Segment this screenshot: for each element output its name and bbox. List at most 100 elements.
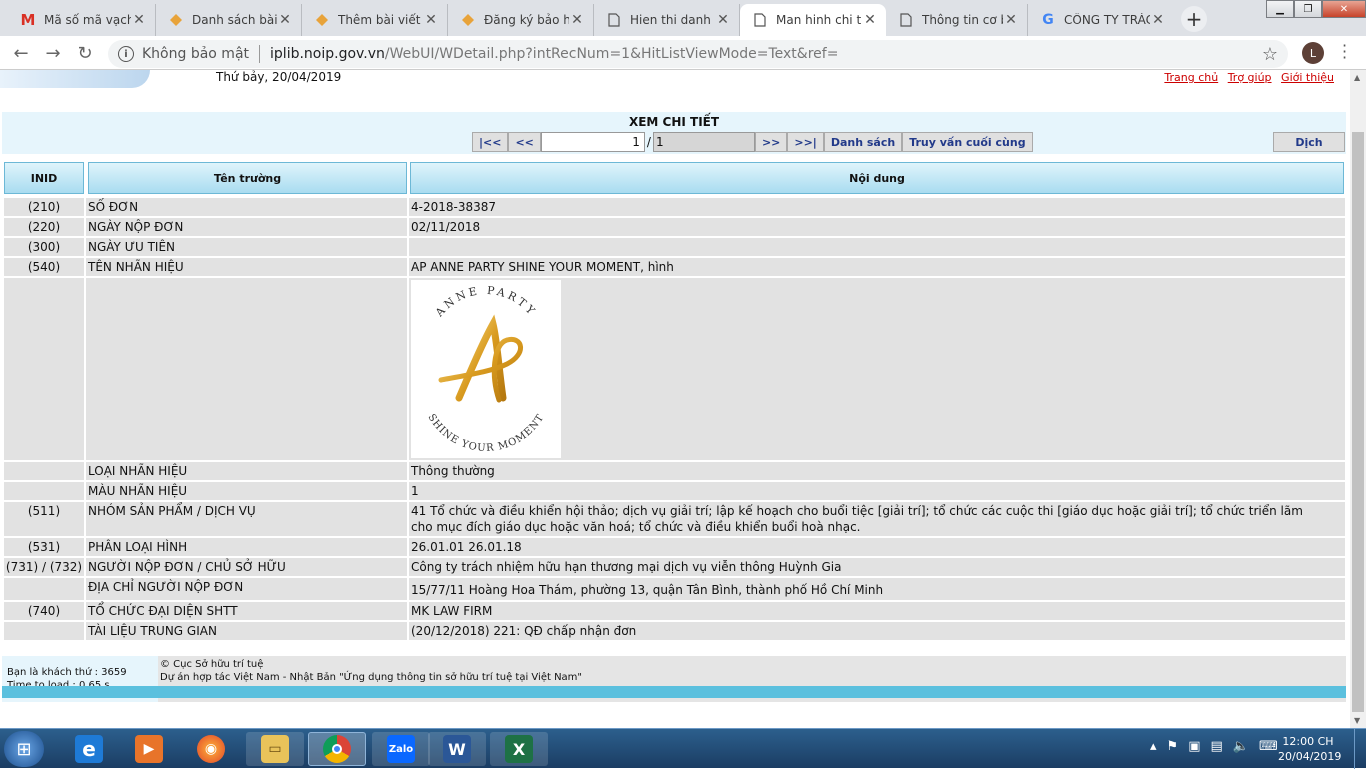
show-desktop-button[interactable]	[1354, 729, 1366, 769]
page-icon	[752, 12, 768, 28]
system-clock[interactable]: 12:00 CH 20/04/2019	[1278, 734, 1341, 764]
close-tab-icon[interactable]: ✕	[715, 12, 731, 28]
scroll-down-icon[interactable]: ▼	[1354, 716, 1360, 725]
firefox-icon[interactable]: ◉	[182, 732, 240, 766]
tab-cong-ty[interactable]: G CÔNG TY TRÁC ✕	[1028, 4, 1174, 36]
last-query-button[interactable]: Truy vấn cuối cùng	[902, 132, 1033, 152]
system-tray: ▴ ⚑ ▣ ▤ 🔈 ⌨	[1150, 739, 1278, 754]
tab-thong-tin[interactable]: Thông tin cơ bả ✕	[886, 4, 1028, 36]
tab-title: Mã số mã vạch	[44, 13, 131, 27]
record-number-input[interactable]: 1	[540, 132, 645, 152]
flag-icon[interactable]: ⚑	[1167, 739, 1179, 754]
network-icon[interactable]: ▤	[1210, 739, 1222, 754]
cell-value: 41 Tổ chức và điều khiển hội thảo; dịch …	[409, 502, 1345, 536]
scroll-up-icon[interactable]: ▲	[1354, 73, 1360, 82]
footer-accent-bar	[2, 686, 1346, 698]
next-record-button[interactable]: >>	[754, 132, 788, 152]
list-button[interactable]: Danh sách	[823, 132, 903, 152]
zalo-label: Zalo	[387, 735, 415, 763]
tab-them-bai-viet[interactable]: Thêm bài viết - ✕	[302, 4, 448, 36]
tab-title: Thêm bài viết -	[338, 13, 423, 27]
cell-inid	[4, 482, 84, 500]
link-help[interactable]: Trợ giúp	[1228, 71, 1272, 84]
cell-inid: (220)	[4, 218, 84, 236]
divider	[259, 45, 261, 63]
cell-value: 26.01.01 26.01.18	[409, 538, 1345, 556]
internet-explorer-icon[interactable]: e	[60, 732, 118, 766]
minimize-button[interactable]: ▁	[1266, 0, 1294, 18]
cell-inid: (511)	[4, 502, 84, 536]
header-content: Nội dung	[410, 162, 1344, 194]
file-explorer-icon[interactable]: ▭	[246, 732, 304, 766]
menu-icon[interactable]: · · ·	[1342, 38, 1347, 66]
tab-title: CÔNG TY TRÁC	[1064, 13, 1150, 27]
info-icon[interactable]: i	[118, 46, 134, 62]
cell-value: Công ty trách nhiệm hữu hạn thương mại d…	[409, 558, 1345, 576]
table-row: (740) TỔ CHỨC ĐẠI DIỆN SHTT MK LAW FIRM	[4, 602, 1346, 620]
last-record-button[interactable]: >>|	[787, 132, 824, 152]
google-icon: G	[1042, 12, 1054, 28]
cell-inid: (540)	[4, 258, 84, 276]
trademark-logo[interactable]: ANNE PARTY SHINE YOUR MOMENT	[411, 280, 561, 458]
tab-gmail[interactable]: M Mã số mã vạch ✕	[8, 4, 156, 36]
new-tab-button[interactable]: +	[1181, 6, 1207, 32]
tab-title: Man hinh chi ti	[776, 13, 862, 27]
close-tab-icon[interactable]: ✕	[1150, 12, 1166, 28]
close-tab-icon[interactable]: ✕	[131, 12, 147, 28]
link-about[interactable]: Giới thiệu	[1281, 71, 1334, 84]
close-tab-icon[interactable]: ✕	[277, 12, 293, 28]
close-tab-icon[interactable]: ✕	[423, 12, 439, 28]
cell-field: SỐ ĐƠN	[86, 198, 407, 216]
prev-record-button[interactable]: <<	[508, 132, 541, 152]
cell-value: 02/11/2018	[409, 218, 1345, 236]
address-bar[interactable]: i Không bảo mật iplib.noip.gov.vn/WebUI/…	[108, 40, 1288, 68]
word-icon[interactable]: W	[428, 732, 486, 766]
link-home[interactable]: Trang chủ	[1164, 71, 1218, 84]
translate-button[interactable]: Dịch	[1273, 132, 1345, 152]
project-note: Dự án hợp tác Việt Nam - Nhật Bản "Ứng d…	[160, 672, 583, 683]
url-path: /WebUI/WDetail.php?intRecNum=1&HitListVi…	[384, 46, 839, 62]
table-row: ĐỊA CHỈ NGƯỜI NỘP ĐƠN 15/77/11 Hoàng Hoa…	[4, 578, 1346, 600]
close-tab-icon[interactable]: ✕	[569, 12, 585, 28]
logo-bottom-text: SHINE YOUR MOMENT	[425, 412, 545, 454]
first-record-button[interactable]: |<<	[472, 132, 509, 152]
volume-icon[interactable]: 🔈	[1233, 739, 1249, 754]
cell-inid: (531)	[4, 538, 84, 556]
tab-dang-ky[interactable]: Đăng ký bảo hộ ✕	[448, 4, 594, 36]
total-records: 1	[652, 132, 755, 152]
start-button[interactable]: ⊞	[4, 731, 44, 767]
keyboard-icon[interactable]: ⌨	[1259, 739, 1278, 754]
tab-hien-thi[interactable]: Hien thi danh s ✕	[594, 4, 740, 36]
forward-icon[interactable]: →	[42, 42, 64, 64]
page-icon	[898, 12, 914, 28]
media-player-icon[interactable]: ▶	[120, 732, 178, 766]
chrome-icon[interactable]	[308, 732, 366, 766]
device-icon[interactable]: ▣	[1188, 739, 1200, 754]
logo-top-text: ANNE PARTY	[432, 284, 536, 320]
back-icon[interactable]: ←	[10, 42, 32, 64]
tab-man-hinh-chi-tiet[interactable]: Man hinh chi ti ✕	[740, 4, 886, 36]
clock-time: 12:00 CH	[1282, 735, 1334, 748]
bookmark-star-icon[interactable]: ☆	[1262, 44, 1278, 65]
tray-expand-icon[interactable]: ▴	[1150, 739, 1157, 754]
cell-field: NGÀY NỘP ĐƠN	[86, 218, 407, 236]
cell-field: LOẠI NHÃN HIỆU	[86, 462, 407, 480]
close-window-button[interactable]: ✕	[1322, 0, 1366, 18]
reload-icon[interactable]: ↻	[74, 42, 96, 64]
current-date: Thứ bảy, 20/04/2019	[216, 70, 342, 84]
table-row: TÀI LIỆU TRUNG GIAN (20/12/2018) 221: QĐ…	[4, 622, 1346, 640]
cell-value: MK LAW FIRM	[409, 602, 1345, 620]
profile-avatar[interactable]: L	[1302, 42, 1324, 64]
close-tab-icon[interactable]: ✕	[1003, 12, 1019, 28]
word-label: W	[443, 735, 471, 763]
zalo-icon[interactable]: Zalo	[372, 732, 430, 766]
tab-danh-sach[interactable]: Danh sách bài v ✕	[156, 4, 302, 36]
close-tab-icon[interactable]: ✕	[862, 12, 878, 28]
excel-icon[interactable]: X	[490, 732, 548, 766]
maximize-button[interactable]: ❐	[1294, 0, 1322, 18]
page-scrollbar[interactable]: ▲ ▼	[1350, 70, 1366, 728]
windows-taskbar: ⊞ e ▶ ◉ ▭ Zalo W X ▴ ⚑ ▣ ▤ 🔈 ⌨ 12:00 CH …	[0, 728, 1366, 769]
cell-field: NGƯỜI NỘP ĐƠN / CHỦ SỞ HỮU	[86, 558, 407, 576]
tab-title: Thông tin cơ bả	[922, 13, 1003, 27]
scrollbar-thumb[interactable]	[1352, 132, 1364, 712]
